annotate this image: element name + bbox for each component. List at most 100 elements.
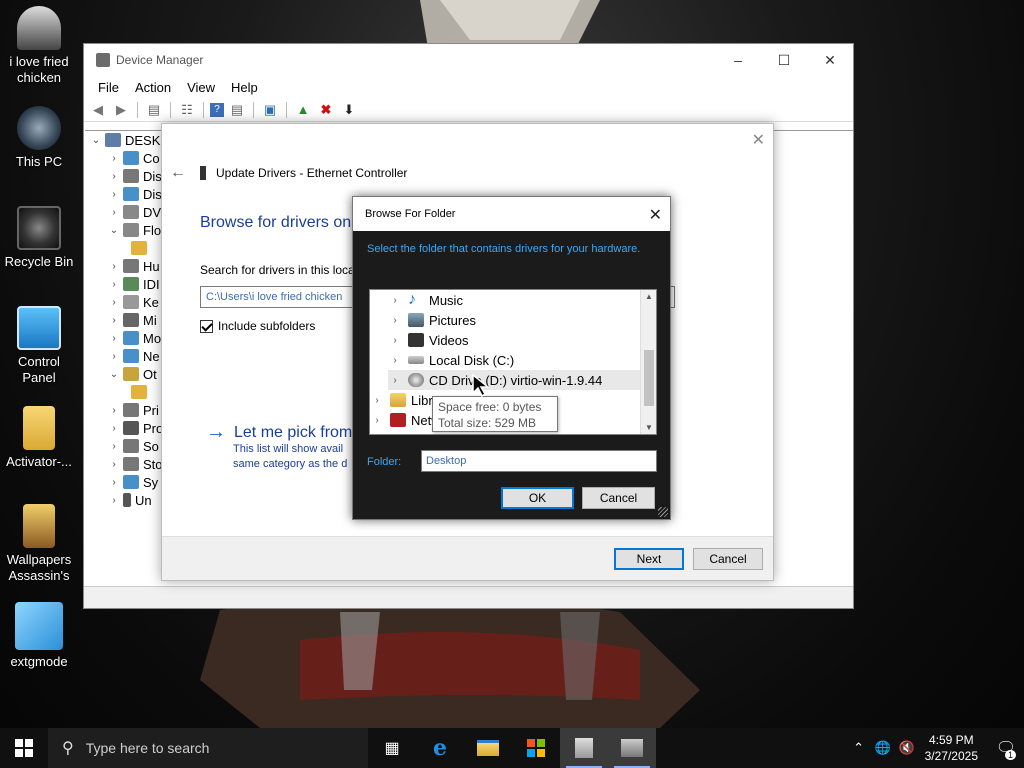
taskbar-file-explorer[interactable] — [464, 728, 512, 768]
menu-view[interactable]: View — [179, 80, 223, 95]
dialog-title-text: Update Drivers - Ethernet Controller — [216, 166, 408, 180]
disable-device-icon[interactable]: ⬇ — [339, 100, 359, 120]
back-arrow-icon[interactable]: ← — [170, 164, 186, 182]
pick-from-list-link[interactable]: → Let me pick from — [206, 421, 352, 444]
cancel-button[interactable]: Cancel — [693, 548, 763, 570]
dialog-footer: Next Cancel — [162, 536, 773, 580]
network-globe-icon[interactable]: 🌐 — [871, 740, 895, 756]
vertical-scrollbar[interactable]: ▲ ▼ — [640, 290, 656, 434]
close-icon[interactable]: ✕ — [649, 205, 662, 225]
menu-help[interactable]: Help — [223, 80, 266, 95]
volume-muted-icon[interactable]: 🔇 — [895, 740, 919, 756]
scroll-up-arrow-icon[interactable]: ▲ — [641, 292, 656, 301]
ok-button[interactable]: OK — [501, 487, 574, 509]
desktop-icon-wallpapers[interactable]: Wallpapers Assassin's — [0, 504, 78, 584]
tree-item-music[interactable]: › ♪ Music — [388, 290, 463, 310]
scroll-down-arrow-icon[interactable]: ▼ — [641, 423, 656, 432]
forward-arrow-icon[interactable]: ▶ — [111, 100, 131, 120]
desktop-icon-user-folder[interactable]: i love fried chicken — [0, 6, 78, 86]
scan-hardware-icon[interactable]: ▣ — [260, 100, 280, 120]
maximize-button[interactable]: ☐ — [761, 44, 807, 76]
chevron-right-icon[interactable]: › — [107, 297, 121, 308]
checkbox-checked-icon[interactable] — [200, 319, 213, 333]
desktop-icon-control-panel[interactable]: Control Panel — [0, 306, 78, 386]
clock[interactable]: 4:59 PM 3/27/2025 — [925, 732, 978, 764]
show-hide-console-tree-icon[interactable]: ▤ — [144, 100, 164, 120]
action-pane-icon[interactable]: ▤ — [227, 100, 247, 120]
chevron-down-icon[interactable]: ⌄ — [107, 369, 121, 380]
back-arrow-icon[interactable]: ◀ — [88, 100, 108, 120]
cancel-button[interactable]: Cancel — [582, 487, 655, 509]
chevron-right-icon[interactable]: › — [107, 261, 121, 272]
sound-icon — [123, 439, 139, 453]
properties-icon[interactable]: ☷ — [177, 100, 197, 120]
tree-item-pictures[interactable]: › Pictures — [388, 310, 476, 330]
chevron-right-icon[interactable]: › — [388, 335, 402, 346]
chevron-right-icon[interactable]: › — [107, 459, 121, 470]
chevron-down-icon[interactable]: ⌄ — [107, 225, 121, 236]
chevron-right-icon[interactable]: › — [388, 375, 402, 386]
other-devices-icon — [123, 367, 139, 381]
chevron-right-icon[interactable]: › — [107, 405, 121, 416]
recycle-bin-icon — [17, 206, 61, 250]
menu-file[interactable]: File — [90, 80, 127, 95]
taskbar-store[interactable] — [512, 728, 560, 768]
toolbar-divider — [253, 101, 254, 118]
user-icon — [17, 6, 61, 50]
include-subfolders-label: Include subfolders — [218, 319, 316, 333]
update-driver-icon[interactable]: ▲ — [293, 100, 313, 120]
tree-item-cd-drive[interactable]: › CD Drive (D:) virtio-win-1.9.44 — [388, 370, 640, 390]
tree-item-network[interactable]: › Netw — [370, 410, 440, 430]
tree-item-libraries[interactable]: › Libra — [370, 390, 440, 410]
uninstall-device-icon[interactable]: ✖ — [316, 100, 336, 120]
notification-center-button[interactable]: 🗨 1 — [988, 738, 1024, 760]
pick-desc-line: This list will show avail — [233, 443, 344, 455]
tree-item-videos[interactable]: › Videos — [388, 330, 468, 350]
menu-action[interactable]: Action — [127, 80, 179, 95]
chevron-right-icon[interactable]: › — [107, 279, 121, 290]
chevron-right-icon[interactable]: › — [388, 315, 402, 326]
chevron-right-icon[interactable]: › — [107, 207, 121, 218]
control-panel-icon — [17, 306, 61, 350]
device-icon — [123, 277, 139, 291]
chevron-right-icon[interactable]: › — [388, 295, 402, 306]
next-button[interactable]: Next — [614, 548, 684, 570]
include-subfolders-checkbox[interactable]: Include subfolders — [200, 319, 315, 333]
resize-grip[interactable] — [658, 507, 668, 517]
taskbar-device-manager[interactable] — [560, 728, 608, 768]
taskbar-search-box[interactable]: ⚲ Type here to search — [48, 728, 368, 768]
start-button[interactable] — [0, 728, 48, 768]
chevron-right-icon[interactable]: › — [370, 395, 384, 406]
browse-titlebar[interactable]: Browse For Folder ✕ — [353, 197, 670, 231]
taskbar-update-drivers[interactable] — [608, 728, 656, 768]
chevron-right-icon[interactable]: › — [107, 333, 121, 344]
chevron-down-icon[interactable]: ⌄ — [89, 135, 103, 146]
chevron-right-icon[interactable]: › — [107, 315, 121, 326]
folder-input[interactable]: Desktop — [421, 450, 657, 472]
chevron-right-icon[interactable]: › — [107, 441, 121, 452]
chevron-right-icon[interactable]: › — [107, 153, 121, 164]
chevron-right-icon[interactable]: › — [107, 477, 121, 488]
desktop-icon-this-pc[interactable]: This PC — [0, 106, 78, 170]
close-icon[interactable]: ✕ — [752, 130, 765, 150]
close-button[interactable]: ✕ — [807, 44, 853, 76]
task-view-button[interactable]: ▦ — [368, 728, 416, 768]
desktop-icon-activator[interactable]: Activator-... — [0, 406, 78, 470]
desktop-icon-extgmode[interactable]: extgmode — [0, 602, 78, 670]
chevron-right-icon[interactable]: › — [370, 415, 384, 426]
desktop-icon-recycle-bin[interactable]: Recycle Bin — [0, 206, 78, 270]
chevron-right-icon[interactable]: › — [107, 495, 121, 506]
tree-item-label: Music — [429, 292, 463, 308]
help-icon[interactable]: ? — [210, 102, 224, 117]
scrollbar-thumb[interactable] — [644, 350, 654, 406]
minimize-button[interactable]: – — [715, 44, 761, 76]
device-icon — [123, 259, 139, 273]
chevron-right-icon[interactable]: › — [107, 189, 121, 200]
chevron-right-icon[interactable]: › — [107, 423, 121, 434]
chevron-up-icon[interactable]: ⌃ — [847, 740, 871, 756]
chevron-right-icon[interactable]: › — [388, 355, 402, 366]
taskbar-edge[interactable]: e — [416, 728, 464, 768]
chevron-right-icon[interactable]: › — [107, 171, 121, 182]
chevron-right-icon[interactable]: › — [107, 351, 121, 362]
tree-item-local-disk[interactable]: › Local Disk (C:) — [388, 350, 514, 370]
